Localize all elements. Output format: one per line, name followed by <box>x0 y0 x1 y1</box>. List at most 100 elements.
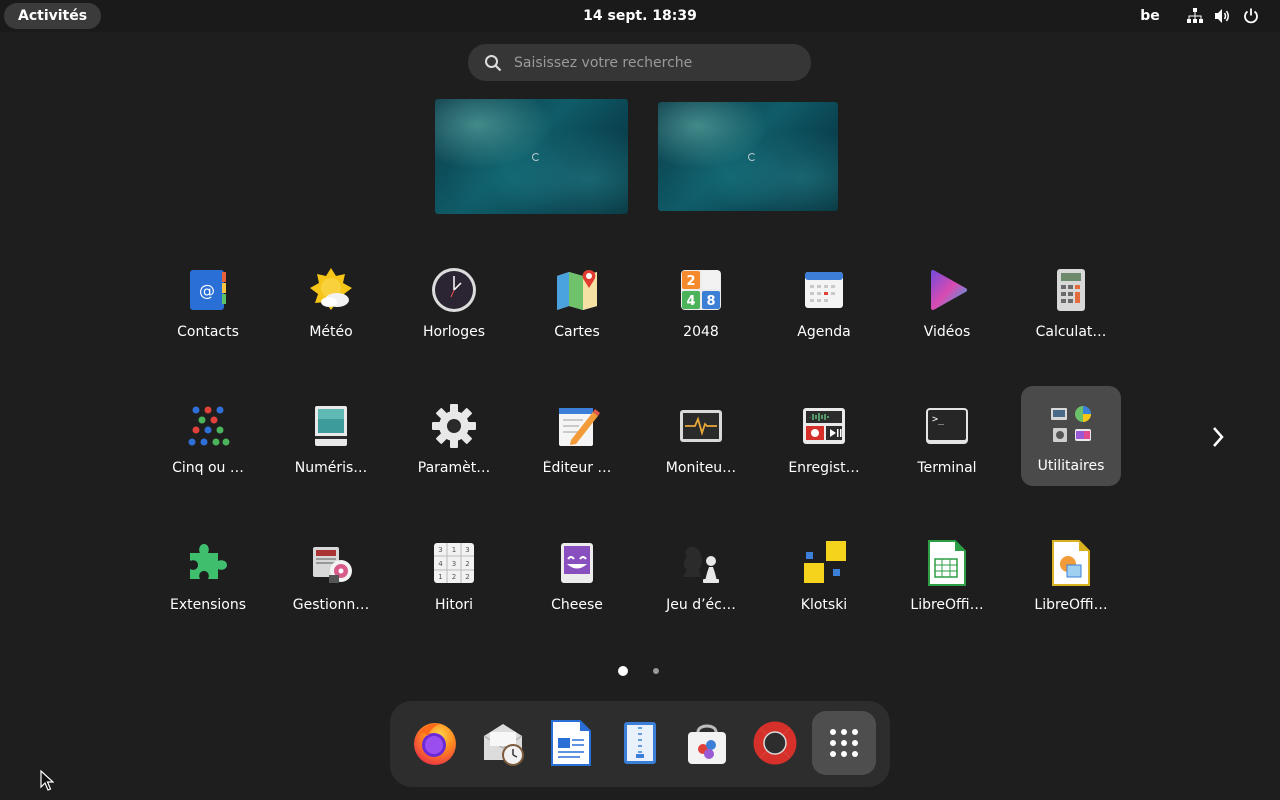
workspace-thumbnail-2[interactable] <box>658 102 838 211</box>
libreoffice-calc-icon <box>923 539 971 587</box>
app-label: Cartes <box>554 324 600 340</box>
utilities-folder-icon <box>1047 400 1095 448</box>
app-cinq-ou-plus[interactable]: Cinq ou … <box>158 388 258 488</box>
app-label: Éditeur … <box>542 460 612 476</box>
app-hitori[interactable]: 3 1 3 4 3 2 1 2 2 Hitori <box>404 525 504 625</box>
system-tray[interactable] <box>1184 5 1262 27</box>
sound-recorder-icon <box>800 402 848 450</box>
app-libreoffice-calc[interactable]: LibreOffi… <box>897 525 997 625</box>
app-jeu-echecs[interactable]: Jeu d’éc… <box>651 525 751 625</box>
settings-gear-icon <box>430 402 478 450</box>
app-label: Jeu d’éc… <box>666 597 736 613</box>
game-2048-icon: 2 48 <box>677 266 725 314</box>
dock-software[interactable] <box>675 711 739 775</box>
desktop-overview: Activités 14 sept. 18:39 be @ Con <box>0 0 1280 800</box>
app-enregistreur[interactable]: Enregist… <box>774 388 874 488</box>
app-label: Gestionn… <box>292 597 370 613</box>
search-icon <box>485 54 502 71</box>
svg-text:2: 2 <box>686 274 695 289</box>
help-lifebuoy-icon <box>753 721 797 765</box>
app-label: Agenda <box>797 324 851 340</box>
app-parametres[interactable]: Paramèt… <box>404 388 504 488</box>
app-calculatrice[interactable]: Calculat… <box>1021 252 1121 352</box>
show-apps-grid-icon <box>830 729 858 757</box>
app-moniteur[interactable]: Moniteu… <box>651 388 751 488</box>
dash <box>390 701 890 787</box>
five-or-more-icon <box>184 402 232 450</box>
cheese-icon <box>553 539 601 587</box>
search-bar[interactable] <box>468 44 811 81</box>
app-cheese[interactable]: Cheese <box>527 525 627 625</box>
page-dot-1[interactable] <box>618 666 628 676</box>
app-label: Hitori <box>434 597 474 613</box>
hitori-icon: 3 1 3 4 3 2 1 2 2 <box>430 539 478 587</box>
search-input[interactable] <box>512 53 796 72</box>
svg-text:1: 1 <box>438 573 442 581</box>
dock-show-apps[interactable] <box>812 711 876 775</box>
app-label: LibreOffi… <box>910 597 984 613</box>
keyboard-layout-indicator[interactable]: be <box>1134 3 1166 29</box>
mouse-pointer-icon <box>40 770 54 791</box>
dock-writer[interactable] <box>539 711 603 775</box>
app-label: LibreOffi… <box>1034 597 1108 613</box>
app-horloges[interactable]: Horloges <box>404 252 504 352</box>
app-videos[interactable]: Vidéos <box>897 252 997 352</box>
app-label: Vidéos <box>923 324 971 340</box>
system-monitor-icon <box>677 402 725 450</box>
chevron-right-icon <box>1213 427 1224 447</box>
power-icon[interactable] <box>1240 5 1262 27</box>
terminal-icon: >_ <box>923 402 971 450</box>
dock-evolution[interactable] <box>471 711 535 775</box>
app-terminal[interactable]: >_ Terminal <box>897 388 997 488</box>
volume-icon[interactable] <box>1212 5 1234 27</box>
next-page-arrow[interactable] <box>1204 422 1232 452</box>
app-label: Moniteu… <box>665 460 737 476</box>
app-editeur[interactable]: Éditeur … <box>527 388 627 488</box>
app-libreoffice-draw[interactable]: LibreOffi… <box>1021 525 1121 625</box>
app-extensions[interactable]: Extensions <box>158 525 258 625</box>
calculator-icon <box>1047 266 1095 314</box>
app-cartes[interactable]: Cartes <box>527 252 627 352</box>
app-2048[interactable]: 2 48 2048 <box>651 252 751 352</box>
svg-text:8: 8 <box>706 294 715 309</box>
app-numeriseur[interactable]: Numéris… <box>281 388 381 488</box>
app-label: 2048 <box>683 324 719 340</box>
dock-document-viewer[interactable] <box>607 711 671 775</box>
text-editor-icon <box>553 402 601 450</box>
svg-text:4: 4 <box>438 560 443 568</box>
app-meteo[interactable]: Météo <box>281 252 381 352</box>
app-gestionnaire[interactable]: Gestionn… <box>281 525 381 625</box>
activities-button[interactable]: Activités <box>4 3 102 29</box>
weather-icon <box>307 266 355 314</box>
app-contacts[interactable]: @ Contacts <box>158 252 258 352</box>
svg-text:3: 3 <box>452 560 456 568</box>
app-klotski[interactable]: Klotski <box>774 525 874 625</box>
network-icon[interactable] <box>1184 5 1206 27</box>
app-label: Enregist… <box>788 460 860 476</box>
package-manager-icon <box>307 539 355 587</box>
firefox-icon <box>414 723 456 765</box>
app-label: Cheese <box>551 597 603 613</box>
app-label: Contacts <box>177 324 239 340</box>
maps-icon <box>553 266 601 314</box>
calendar-icon <box>800 266 848 314</box>
chess-icon <box>677 539 725 587</box>
dock-firefox[interactable] <box>403 711 467 775</box>
workspace-thumbnail-1[interactable] <box>435 99 628 214</box>
libreoffice-draw-icon <box>1047 539 1095 587</box>
app-folder-utilitaires[interactable]: Utilitaires <box>1021 386 1121 486</box>
app-label: Cinq ou … <box>172 460 244 476</box>
page-dot-2[interactable] <box>653 668 659 674</box>
videos-icon <box>923 266 971 314</box>
svg-text:3: 3 <box>438 546 442 554</box>
extensions-puzzle-icon <box>184 539 232 587</box>
evolution-mail-icon <box>483 724 524 766</box>
software-store-icon <box>688 724 726 764</box>
dock-help[interactable] <box>743 711 807 775</box>
svg-text:1: 1 <box>452 546 456 554</box>
svg-text:2: 2 <box>465 560 469 568</box>
clock-button[interactable]: 14 sept. 18:39 <box>583 8 697 24</box>
app-label: Horloges <box>422 324 486 340</box>
svg-text:4: 4 <box>686 294 695 309</box>
app-agenda[interactable]: Agenda <box>774 252 874 352</box>
